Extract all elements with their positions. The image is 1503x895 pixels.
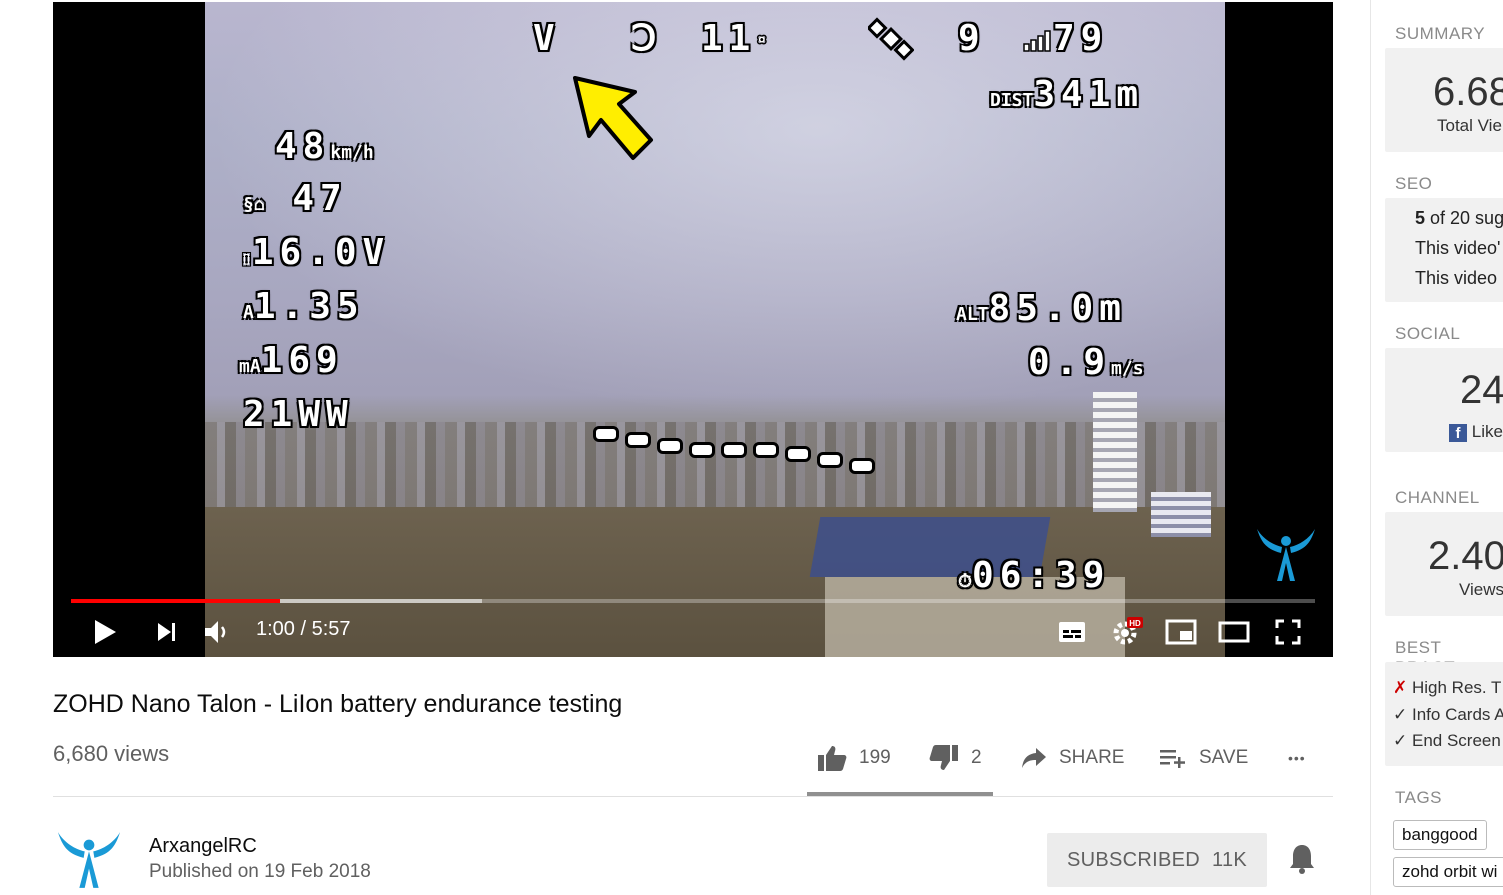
like-button[interactable]: 199	[817, 740, 891, 776]
summary-heading: SUMMARY	[1395, 24, 1486, 43]
channel-value: 2.40	[1428, 534, 1503, 578]
subscriber-count: 11K	[1212, 848, 1248, 871]
subscribe-button[interactable]: SUBSCRIBED 11K	[1047, 833, 1267, 887]
osd-sats-readout: 11°	[701, 18, 768, 59]
play-icon	[95, 620, 116, 644]
tags-heading: TAGS	[1395, 788, 1443, 807]
seo-line-2: This video'	[1415, 238, 1501, 258]
theater-icon	[1218, 621, 1250, 643]
osd-horizon-line	[593, 424, 875, 474]
fullscreen-button[interactable]	[1270, 614, 1306, 650]
svg-text:HD: HD	[1129, 619, 1141, 628]
subtitles-button[interactable]	[1054, 614, 1090, 650]
annotation-arrow-icon	[573, 76, 653, 160]
thumbs-down-icon	[929, 745, 958, 770]
video-player[interactable]: V Ↄ 11° 9 79 DIST341m 48km/h §⌂ 47 ▯16.0…	[53, 2, 1333, 657]
channel-heading: CHANNEL	[1395, 488, 1480, 507]
summary-value: 6.68	[1433, 70, 1503, 114]
social-heading: SOCIAL	[1395, 324, 1461, 343]
social-like: f Like	[1449, 422, 1503, 442]
tag-chip[interactable]: banggood	[1393, 820, 1487, 850]
social-card: 24 f Like	[1385, 348, 1503, 452]
share-label: SHARE	[1059, 747, 1125, 768]
channel-label: Views	[1459, 580, 1503, 599]
gear-icon: HD	[1113, 617, 1143, 645]
video-title: ZOHD Nano Talon - LiIon battery enduranc…	[53, 690, 623, 718]
channel-name[interactable]: ArxangelRC	[149, 835, 257, 858]
seo-card: 5 of 20 sug This video' This video	[1385, 198, 1503, 302]
bp-item-end-screen: ✓ End Screen	[1393, 731, 1501, 750]
bp-item-info-cards: ✓ Info Cards A	[1393, 705, 1503, 724]
share-icon	[1022, 748, 1046, 768]
osd-gps-sats: 9	[958, 18, 986, 59]
miniplayer-icon	[1165, 619, 1197, 645]
played-fill	[71, 599, 280, 603]
more-icon: •••	[1288, 750, 1306, 766]
seo-line-1: 5 of 20 sug	[1415, 208, 1503, 228]
save-button[interactable]: SAVE	[1159, 740, 1248, 776]
play-button[interactable]	[87, 614, 123, 650]
osd-flight-time: ⏱06:39	[958, 555, 1111, 596]
osd-voltage: ▯16.0V	[241, 232, 391, 273]
bp-item-high-res: ✗ High Res. T	[1393, 678, 1502, 697]
progress-bar[interactable]	[71, 599, 1315, 603]
dislike-count: 2	[971, 747, 982, 768]
miniplayer-button[interactable]	[1163, 614, 1199, 650]
fullscreen-icon	[1275, 619, 1301, 645]
osd-signal-readout: 79	[1023, 18, 1108, 59]
osd-vario: 0.9m/s	[1028, 342, 1144, 383]
publish-date: Published on 19 Feb 2018	[149, 861, 371, 882]
osd-home-arrow-icon: Ↄ	[631, 18, 663, 59]
volume-icon	[205, 621, 226, 643]
thumbs-up-icon	[818, 746, 847, 771]
subtitles-icon	[1059, 622, 1085, 642]
settings-button[interactable]: HD	[1109, 614, 1145, 650]
tag-chip[interactable]: zohd orbit wi	[1393, 857, 1503, 887]
social-value: 24	[1460, 368, 1503, 412]
next-button[interactable]	[149, 614, 185, 650]
like-count: 199	[859, 747, 891, 768]
volume-button[interactable]	[199, 614, 235, 650]
more-actions-button[interactable]: •••	[1288, 740, 1306, 776]
analytics-sidebar: SUMMARY 6.68 Total Vie SEO 5 of 20 sug T…	[1370, 0, 1503, 895]
seo-line-3: This video	[1415, 268, 1498, 288]
view-count: 6,680 views	[53, 741, 170, 766]
osd-distance: DIST341m	[990, 74, 1145, 115]
playlist-add-icon	[1160, 750, 1185, 768]
seo-heading: SEO	[1395, 174, 1433, 193]
divider	[53, 796, 1333, 797]
osd-altitude: ALT85.0m	[956, 288, 1127, 329]
summary-label: Total Vie	[1437, 116, 1502, 135]
osd-power: 21WW	[243, 394, 354, 435]
dislike-button[interactable]: 2	[929, 740, 982, 776]
summary-card: 6.68 Total Vie	[1385, 48, 1503, 152]
osd-speed: 48km/h	[275, 126, 374, 167]
satellite-icon	[866, 16, 915, 71]
facebook-icon: f	[1449, 423, 1467, 442]
time-display: 1:00 / 5:57	[256, 618, 351, 640]
osd-heading: §⌂ 47	[243, 178, 348, 219]
channel-card: 2.40 Views	[1385, 512, 1503, 616]
channel-watermark-icon	[1257, 529, 1315, 581]
theater-mode-button[interactable]	[1216, 614, 1252, 650]
skip-next-icon	[158, 623, 175, 641]
share-button[interactable]: SHARE	[1021, 740, 1124, 776]
osd-current: A1.35	[243, 286, 365, 327]
subscribe-label: SUBSCRIBED	[1066, 848, 1200, 871]
bell-icon[interactable]	[1288, 843, 1316, 875]
osd-mah: mA169	[239, 340, 344, 381]
channel-avatar[interactable]	[55, 830, 123, 890]
osd-crosshair-icon: V	[533, 18, 561, 59]
save-label: SAVE	[1199, 747, 1249, 768]
